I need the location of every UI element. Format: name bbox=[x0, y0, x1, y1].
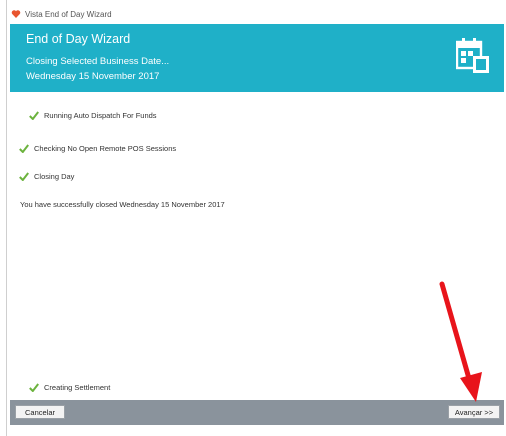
wizard-title: End of Day Wizard bbox=[26, 32, 131, 46]
calendar-icon bbox=[456, 38, 489, 73]
step-item: Creating Settlement bbox=[29, 383, 110, 392]
app-heart-icon bbox=[11, 10, 21, 18]
step-item: Closing Day bbox=[19, 172, 74, 181]
wizard-header: End of Day Wizard Closing Selected Busin… bbox=[10, 24, 504, 92]
check-icon bbox=[29, 111, 39, 120]
step-label: Running Auto Dispatch For Funds bbox=[44, 111, 157, 120]
window-title: Vista End of Day Wizard bbox=[25, 9, 112, 19]
red-arrow-icon bbox=[439, 281, 482, 402]
title-bar: Vista End of Day Wizard bbox=[7, 6, 506, 22]
wizard-subtitle: Closing Selected Business Date... bbox=[26, 56, 170, 67]
step-label: Checking No Open Remote POS Sessions bbox=[34, 144, 177, 153]
success-message: You have successfully closed Wednesday 1… bbox=[20, 200, 225, 209]
step-label: Creating Settlement bbox=[44, 383, 111, 392]
step-item: Checking No Open Remote POS Sessions bbox=[19, 144, 176, 153]
cancel-button[interactable]: Cancelar bbox=[15, 405, 65, 419]
check-icon bbox=[19, 172, 29, 181]
check-icon bbox=[19, 144, 29, 153]
step-item: Running Auto Dispatch For Funds bbox=[29, 111, 157, 120]
check-icon bbox=[29, 383, 39, 392]
step-label: Closing Day bbox=[34, 172, 75, 181]
business-date: Wednesday 15 November 2017 bbox=[26, 71, 160, 82]
